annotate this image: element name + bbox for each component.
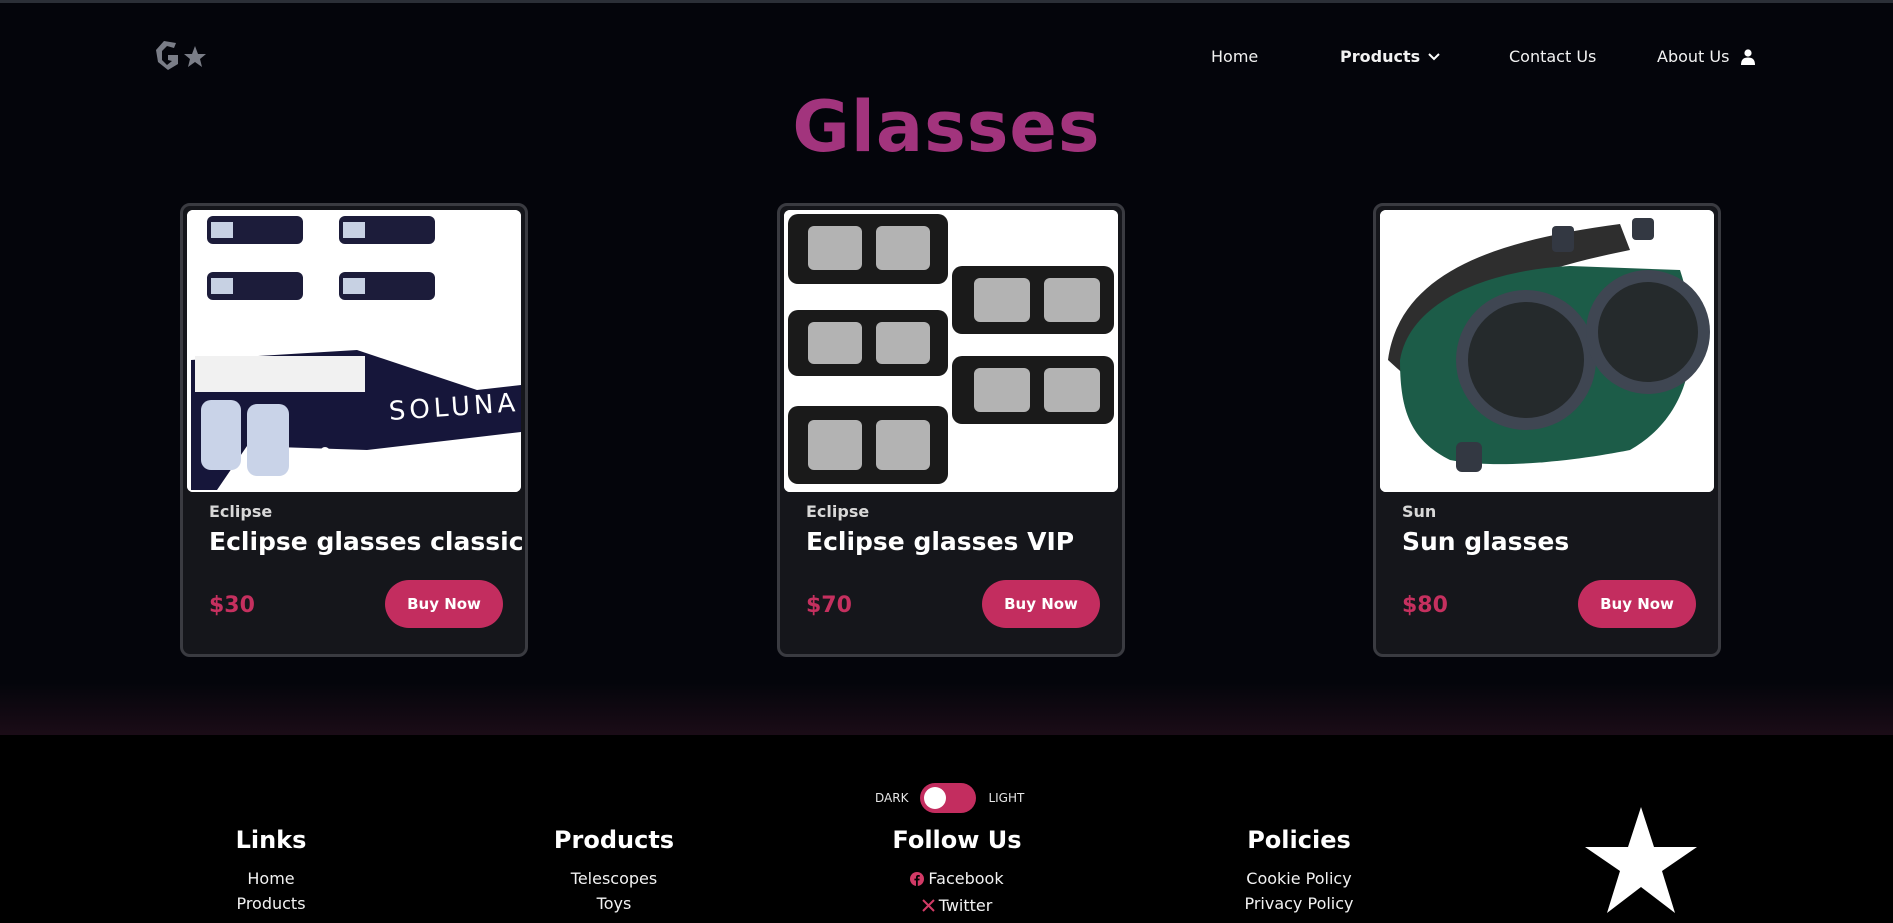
footer-links-title: Links: [235, 826, 307, 854]
footer-products-title: Products: [553, 826, 675, 854]
footer-link-facebook[interactable]: Facebook: [827, 866, 1087, 893]
g-star-logo-icon[interactable]: [152, 38, 210, 74]
twitter-label: Twitter: [938, 895, 993, 915]
x-twitter-icon: [921, 898, 935, 912]
footer-link-telescopes[interactable]: Telescopes: [484, 866, 744, 891]
product-category: Sun: [1402, 502, 1437, 521]
footer-link-cookie-policy[interactable]: Cookie Policy: [1169, 866, 1429, 891]
footer-link-privacy-policy[interactable]: Privacy Policy: [1169, 891, 1429, 916]
theme-switcher: DARK LIGHT: [875, 783, 1024, 813]
eclipse-glasses-vip-image: [784, 210, 1118, 492]
footer-link-toys[interactable]: Toys: [484, 891, 744, 916]
chevron-down-icon: [1428, 52, 1440, 60]
nav-home[interactable]: Home: [1211, 47, 1258, 66]
footer-products-column: Products Telescopes Toys: [484, 826, 744, 916]
product-name: Eclipse glasses VIP: [806, 527, 1075, 556]
nav-about[interactable]: About Us: [1657, 47, 1756, 66]
nav-products[interactable]: Products: [1340, 47, 1440, 66]
theme-toggle[interactable]: [920, 783, 977, 813]
toggle-knob: [924, 787, 947, 809]
buy-now-button[interactable]: Buy Now: [1578, 580, 1696, 628]
footer-follow-title: Follow Us: [892, 826, 1022, 854]
footer-follow-column: Follow Us Facebook Twitter: [827, 826, 1087, 919]
facebook-icon: [910, 871, 925, 886]
product-category: Eclipse: [209, 502, 273, 521]
theme-dark-label: DARK: [875, 791, 909, 805]
user-icon: [1741, 48, 1756, 65]
product-card: Sun Sun glasses $80 Buy Now: [1373, 203, 1721, 657]
footer-link-products[interactable]: Products: [141, 891, 401, 916]
product-card: SOLUNA Eclipse Eclipse glasses classic $…: [180, 203, 528, 657]
welding-goggles-image: [1380, 210, 1714, 492]
product-price: $80: [1402, 593, 1448, 618]
theme-light-label: LIGHT: [988, 791, 1025, 805]
page-title: Glasses: [792, 86, 1101, 168]
nav-products-label: Products: [1340, 47, 1421, 66]
footer-links-column: Links Home Products: [141, 826, 401, 916]
footer-link-twitter[interactable]: Twitter: [827, 893, 1087, 919]
top-border: [0, 0, 1893, 3]
nav-contact[interactable]: Contact Us: [1509, 47, 1596, 66]
product-name: Eclipse glasses classic: [209, 527, 524, 556]
nav-about-label: About Us: [1657, 47, 1730, 66]
product-card: Eclipse Eclipse glasses VIP $70 Buy Now: [777, 203, 1125, 657]
footer-policies-title: Policies: [1247, 826, 1351, 854]
star-logo-icon: [1585, 807, 1697, 913]
product-category: Eclipse: [806, 502, 870, 521]
facebook-label: Facebook: [928, 869, 1004, 888]
buy-now-button[interactable]: Buy Now: [385, 580, 503, 628]
footer-policies-column: Policies Cookie Policy Privacy Policy: [1169, 826, 1429, 916]
product-name: Sun glasses: [1402, 527, 1570, 556]
footer-link-home[interactable]: Home: [141, 866, 401, 891]
eclipse-glasses-classic-image: SOLUNA: [187, 210, 521, 492]
buy-now-button[interactable]: Buy Now: [982, 580, 1100, 628]
product-price: $70: [806, 593, 852, 618]
footer-glow: [0, 683, 1893, 735]
product-price: $30: [209, 593, 255, 618]
